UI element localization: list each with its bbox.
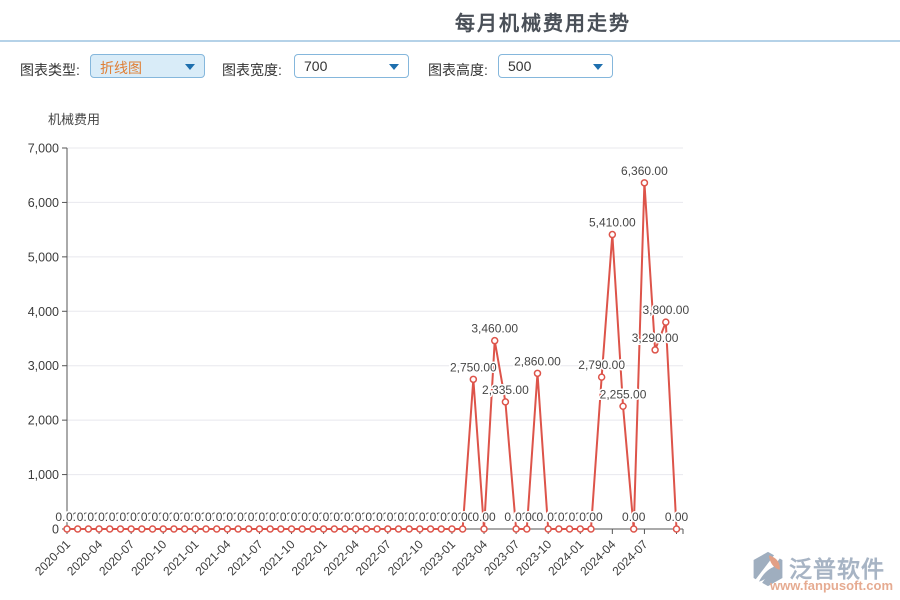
data-point[interactable] [674,526,680,532]
data-point[interactable] [631,526,637,532]
data-point[interactable] [246,526,252,532]
data-point[interactable] [513,526,519,532]
data-point[interactable] [278,526,284,532]
data-point-label: 3,460.00 [471,322,518,336]
data-point[interactable] [428,526,434,532]
data-point[interactable] [663,319,669,325]
watermark: 泛普软件 www.fanpusoft.com [748,549,898,597]
data-point[interactable] [235,526,241,532]
series-line [67,183,677,529]
data-point[interactable] [331,526,337,532]
data-point-label: 0.00 [451,510,475,524]
data-point-label: 2,750.00 [450,360,497,374]
y-tick-label: 6,000 [28,196,59,210]
data-point-label: 0.00 [515,510,539,524]
y-tick-label: 1,000 [28,468,59,482]
data-point[interactable] [449,526,455,532]
data-point[interactable] [342,526,348,532]
data-point[interactable] [577,526,583,532]
data-point[interactable] [75,526,81,532]
y-tick-label: 2,000 [28,414,59,428]
y-tick-label: 4,000 [28,305,59,319]
y-tick-label: 3,000 [28,359,59,373]
data-point-label: 0.00 [472,510,496,524]
data-point[interactable] [599,374,605,380]
data-point[interactable] [641,180,647,186]
data-point[interactable] [556,526,562,532]
data-point[interactable] [363,526,369,532]
data-point[interactable] [64,526,70,532]
data-point[interactable] [620,403,626,409]
data-point-label: 3,800.00 [642,303,689,317]
data-point[interactable] [224,526,230,532]
data-point[interactable] [192,526,198,532]
data-point-label: 0.00 [579,510,603,524]
data-point[interactable] [256,526,262,532]
data-point[interactable] [417,526,423,532]
data-point[interactable] [492,338,498,344]
data-point[interactable] [470,376,476,382]
y-tick-label: 0 [52,523,59,537]
x-tick-label: 2024-07 [609,537,650,578]
data-point-label: 6,360.00 [621,164,668,178]
data-point[interactable] [214,526,220,532]
data-point[interactable] [160,526,166,532]
data-point[interactable] [85,526,91,532]
data-point[interactable] [289,526,295,532]
data-point-label: 2,860.00 [514,354,561,368]
watermark-url: www.fanpusoft.com [770,578,893,593]
data-point[interactable] [406,526,412,532]
data-point-label: 2,255.00 [600,387,647,401]
y-tick-label: 7,000 [28,142,59,156]
data-point[interactable] [353,526,359,532]
page: 每月机械费用走势 图表类型: 折线图 图表宽度: 700 图表高度: 500 0… [0,0,900,600]
data-point[interactable] [310,526,316,532]
data-point[interactable] [150,526,156,532]
data-point[interactable] [609,232,615,238]
trend-line-chart[interactable]: 01,0002,0003,0004,0005,0006,0007,0002020… [0,0,900,600]
data-point-label: 2,790.00 [578,358,625,372]
data-point-label: 0.00 [622,510,646,524]
data-point[interactable] [460,526,466,532]
data-point[interactable] [567,526,573,532]
data-point[interactable] [267,526,273,532]
data-point[interactable] [502,399,508,405]
data-point[interactable] [385,526,391,532]
y-tick-label: 5,000 [28,250,59,264]
data-point[interactable] [545,526,551,532]
data-point[interactable] [96,526,102,532]
data-point[interactable] [182,526,188,532]
y-axis-name: 机械费用 [48,112,100,127]
data-point[interactable] [652,347,658,353]
data-point[interactable] [117,526,123,532]
data-point[interactable] [534,370,540,376]
data-point-label: 0.00 [665,510,689,524]
data-point[interactable] [588,526,594,532]
data-point[interactable] [128,526,134,532]
data-point[interactable] [395,526,401,532]
data-point-label: 2,335.00 [482,383,529,397]
data-point[interactable] [171,526,177,532]
data-point[interactable] [481,526,487,532]
data-point-label: 5,410.00 [589,216,636,230]
data-point[interactable] [139,526,145,532]
data-point-label: 3,290.00 [632,331,679,345]
data-point[interactable] [438,526,444,532]
data-point[interactable] [203,526,209,532]
data-point[interactable] [299,526,305,532]
data-point[interactable] [107,526,113,532]
data-point[interactable] [374,526,380,532]
data-point[interactable] [524,526,530,532]
data-point[interactable] [321,526,327,532]
